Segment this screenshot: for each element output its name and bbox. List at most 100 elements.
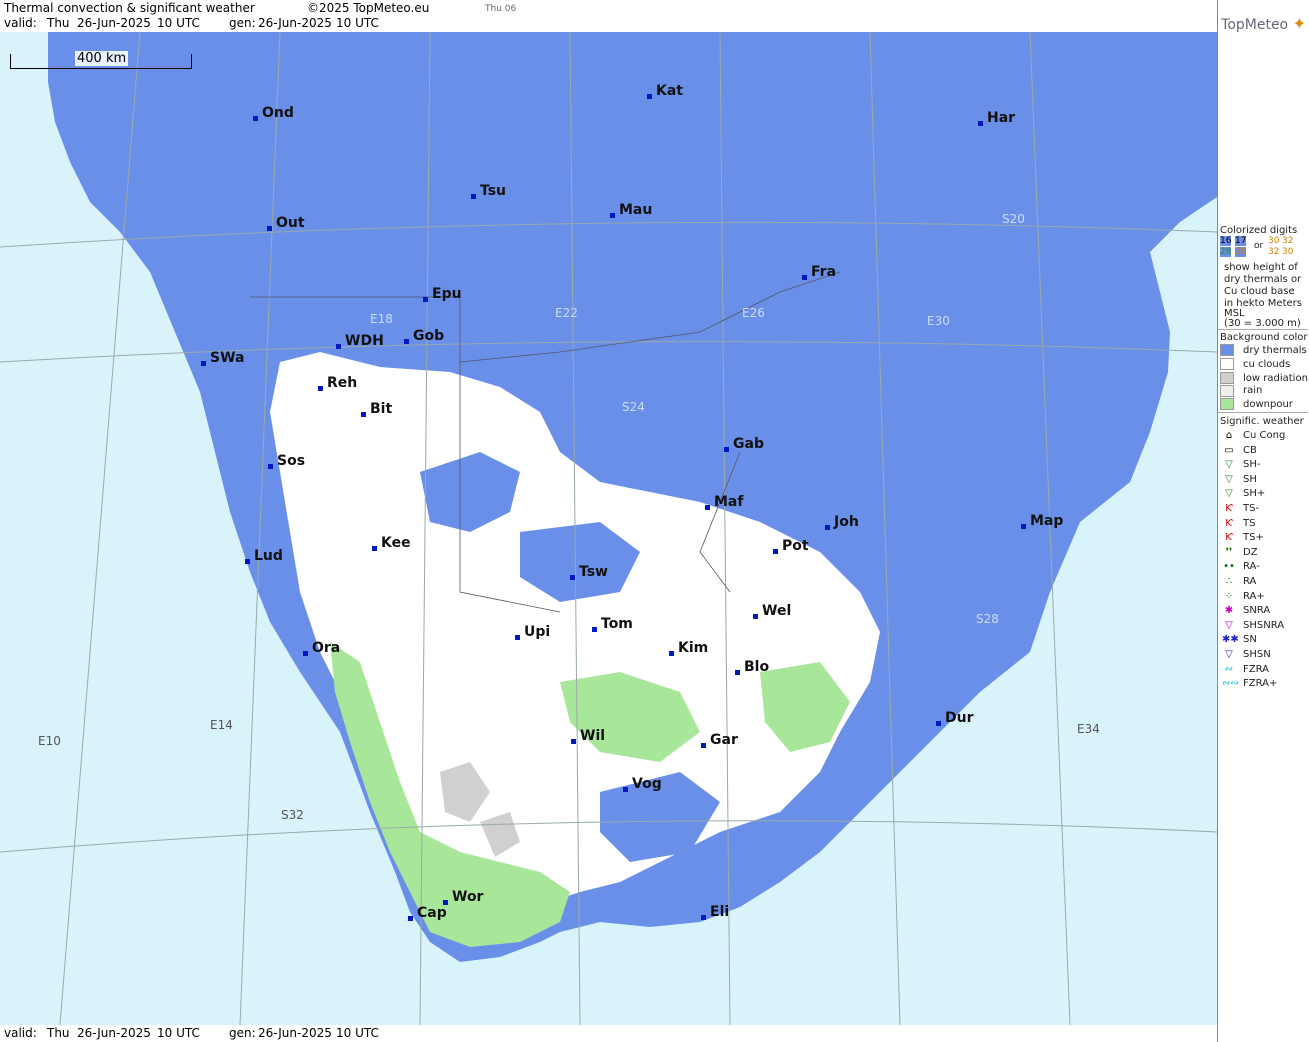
city-label[interactable]: Ond: [253, 105, 294, 121]
map-footer: valid: Thu 26-Jun-2025 10 UTC gen: 26-Ju…: [0, 1025, 1217, 1042]
grid-label-s28: S28: [976, 612, 999, 626]
city-label[interactable]: Bit: [361, 401, 392, 417]
city-label[interactable]: Fra: [802, 264, 836, 280]
legend-weather-label: SH: [1243, 473, 1257, 485]
city-label[interactable]: Epu: [423, 286, 462, 302]
freezing-rain-icon: ∾: [1224, 663, 1234, 675]
city-label[interactable]: Kat: [647, 83, 683, 99]
valid-label: valid:: [4, 16, 37, 30]
legend-desc-line: show height of: [1224, 262, 1298, 273]
city-marker-icon: [825, 525, 830, 530]
legend-divider: [1218, 329, 1308, 330]
gen-time: 10 UTC: [336, 16, 379, 30]
city-marker-icon: [423, 297, 428, 302]
city-label[interactable]: Map: [1021, 513, 1063, 529]
grid-label-e10: E10: [38, 734, 61, 748]
legend-weather-label: RA-: [1243, 561, 1260, 573]
city-marker-icon: [408, 916, 413, 921]
map-canvas[interactable]: 400 km E10 E14 E18 E22 E26 E30 E34 S20 S…: [0, 32, 1217, 1025]
city-marker-icon: [336, 344, 341, 349]
city-label[interactable]: Tsw: [570, 564, 608, 580]
city-marker-icon: [1021, 524, 1026, 529]
city-label[interactable]: Blo: [735, 659, 769, 675]
legend-bg-title: Background color: [1220, 332, 1308, 343]
city-label[interactable]: Wel: [753, 603, 791, 619]
scale-label: 400 km: [75, 51, 129, 66]
city-label[interactable]: Gar: [701, 732, 738, 748]
city-label[interactable]: Har: [978, 110, 1015, 126]
grid-label-s24: S24: [622, 400, 645, 414]
grid-label-e26: E26: [742, 306, 765, 320]
copyright: ©2025 TopMeteo.eu: [307, 1, 430, 15]
grid-label-s20: S20: [1002, 212, 1025, 226]
city-label[interactable]: Gob: [404, 328, 444, 344]
snow-rain-shower-icon: ▽: [1225, 619, 1233, 631]
city-label[interactable]: Tom: [592, 616, 633, 632]
city-label[interactable]: SWa: [201, 350, 244, 366]
city-label[interactable]: Wor: [443, 889, 483, 905]
city-marker-icon: [303, 651, 308, 656]
city-marker-icon: [936, 721, 941, 726]
legend-weather-label: SNRA: [1243, 605, 1271, 617]
city-marker-icon: [701, 743, 706, 748]
city-label[interactable]: Reh: [318, 375, 357, 391]
city-label[interactable]: Tsu: [471, 183, 506, 199]
gen-date: 26-Jun-2025: [258, 16, 332, 30]
shower-icon: ▽: [1225, 473, 1233, 485]
footer-valid-day: Thu: [47, 1026, 70, 1040]
city-label[interactable]: Kee: [372, 535, 411, 551]
city-marker-icon: [571, 739, 576, 744]
city-label[interactable]: Vog: [623, 776, 662, 792]
rain-heavy-icon: ⁘: [1224, 590, 1234, 602]
legend-weather-label: SHSNRA: [1243, 619, 1285, 631]
cu-cong-icon: ⌂: [1225, 430, 1233, 441]
legend-desc-line: dry thermals or: [1224, 274, 1302, 285]
city-label[interactable]: Kim: [669, 640, 708, 656]
city-marker-icon: [268, 464, 273, 469]
city-marker-icon: [245, 559, 250, 564]
city-label[interactable]: Pot: [773, 538, 809, 554]
city-marker-icon: [735, 670, 740, 675]
freezing-rain-heavy-icon: ∾∾: [1222, 678, 1239, 690]
city-marker-icon: [724, 447, 729, 452]
grid-label-s32: S32: [281, 808, 304, 822]
legend-colorized-samples: 16 17 28 26 or 30 32 32 30: [1220, 236, 1294, 257]
city-label[interactable]: Upi: [515, 624, 550, 640]
city-label[interactable]: WDH: [336, 333, 384, 349]
legend-desc-line: Cu cloud base: [1224, 286, 1295, 297]
city-marker-icon: [267, 226, 272, 231]
city-label[interactable]: Gab: [724, 436, 764, 452]
legend-bg-label: rain: [1243, 385, 1263, 396]
legend-bg-label: cu clouds: [1243, 359, 1291, 370]
city-label[interactable]: Eli: [701, 904, 729, 920]
brand-logo: TopMeteo ✦: [1221, 14, 1306, 33]
city-label[interactable]: Ora: [303, 640, 340, 656]
city-label[interactable]: Sos: [268, 453, 305, 469]
city-label[interactable]: Maf: [705, 494, 743, 510]
city-marker-icon: [701, 915, 706, 920]
map-header: Thermal convection & significant weather…: [0, 0, 1217, 32]
city-label[interactable]: Lud: [245, 548, 283, 564]
city-marker-icon: [647, 94, 652, 99]
city-label[interactable]: Wil: [571, 728, 605, 744]
thunder-icon: Ƙ: [1225, 517, 1233, 529]
city-label[interactable]: Dur: [936, 710, 974, 726]
city-label[interactable]: Cap: [408, 905, 447, 921]
rain-icon: ∴: [1225, 576, 1233, 587]
city-label[interactable]: Out: [267, 215, 305, 231]
city-label[interactable]: Mau: [610, 202, 652, 218]
legend-bg-label: dry thermals: [1243, 345, 1307, 356]
valid-time: 10 UTC: [157, 16, 200, 30]
city-marker-icon: [623, 787, 628, 792]
legend-weather-label: SH-: [1243, 459, 1261, 471]
city-marker-icon: [404, 339, 409, 344]
city-label[interactable]: Joh: [825, 514, 859, 530]
city-marker-icon: [372, 546, 377, 551]
city-marker-icon: [471, 194, 476, 199]
compass-icon: ✦: [1292, 14, 1306, 33]
day-tag: Thu 06: [485, 4, 517, 14]
city-marker-icon: [669, 651, 674, 656]
legend-weather-label: FZRA+: [1243, 678, 1278, 690]
scale-bar: 400 km: [10, 51, 192, 69]
shower-light-icon: ▽: [1225, 459, 1233, 471]
